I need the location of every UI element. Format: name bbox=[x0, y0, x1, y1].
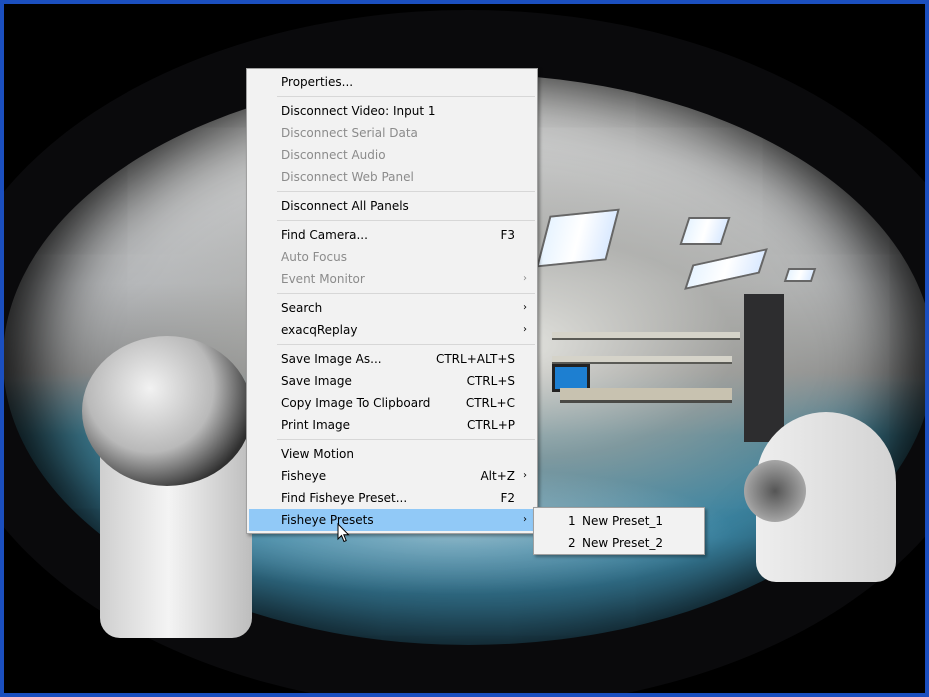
menu-item-disconnect-serial-data[interactable]: Disconnect Serial Data bbox=[249, 122, 535, 144]
preset-number: 1 bbox=[568, 514, 576, 528]
menu-item-label: View Motion bbox=[281, 447, 354, 461]
camera-mount-right bbox=[744, 460, 806, 522]
fisheye-presets-submenu: 1 New Preset_1 2 New Preset_2 bbox=[533, 507, 705, 555]
menu-item-shortcut: F3 bbox=[500, 228, 515, 242]
lab-shelf bbox=[552, 356, 732, 364]
menu-separator bbox=[277, 344, 535, 345]
menu-item-label: Print Image bbox=[281, 418, 350, 432]
menu-item-disconnect-web-panel[interactable]: Disconnect Web Panel bbox=[249, 166, 535, 188]
menu-item-find-camera[interactable]: Find Camera... F3 bbox=[249, 224, 535, 246]
menu-item-label: Find Fisheye Preset... bbox=[281, 491, 408, 505]
context-menu: Properties... Disconnect Video: Input 1 … bbox=[246, 68, 538, 534]
lab-shelf bbox=[552, 332, 740, 340]
menu-item-search[interactable]: Search › bbox=[249, 297, 535, 319]
chevron-right-icon: › bbox=[523, 273, 527, 284]
menu-item-disconnect-audio[interactable]: Disconnect Audio bbox=[249, 144, 535, 166]
menu-item-save-image[interactable]: Save Image CTRL+S bbox=[249, 370, 535, 392]
chevron-right-icon: › bbox=[523, 302, 527, 313]
menu-item-view-motion[interactable]: View Motion bbox=[249, 443, 535, 465]
menu-item-find-fisheye-preset[interactable]: Find Fisheye Preset... F2 bbox=[249, 487, 535, 509]
chevron-right-icon: › bbox=[523, 324, 527, 335]
ceiling-light bbox=[783, 268, 817, 282]
menu-separator bbox=[277, 220, 535, 221]
menu-item-label: Event Monitor bbox=[281, 272, 365, 286]
lab-bench bbox=[560, 388, 732, 403]
menu-separator bbox=[277, 96, 535, 97]
lab-cabinet bbox=[744, 294, 784, 442]
menu-item-label: Fisheye Presets bbox=[281, 513, 374, 527]
menu-item-fisheye-presets[interactable]: Fisheye Presets › bbox=[249, 509, 535, 531]
menu-item-shortcut: CTRL+C bbox=[465, 396, 515, 410]
menu-item-label: Copy Image To Clipboard bbox=[281, 396, 431, 410]
preset-label: New Preset_1 bbox=[582, 514, 664, 528]
menu-separator bbox=[277, 191, 535, 192]
camera-dome-left bbox=[82, 336, 252, 486]
menu-item-label: exacqReplay bbox=[281, 323, 358, 337]
menu-item-label: Fisheye bbox=[281, 469, 327, 483]
menu-item-shortcut: CTRL+P bbox=[466, 418, 515, 432]
menu-item-exacqreplay[interactable]: exacqReplay › bbox=[249, 319, 535, 341]
chevron-right-icon: › bbox=[523, 470, 527, 481]
menu-item-label: Disconnect All Panels bbox=[281, 199, 409, 213]
menu-item-label: Find Camera... bbox=[281, 228, 368, 242]
chevron-right-icon: › bbox=[523, 514, 527, 525]
menu-item-label: Disconnect Audio bbox=[281, 148, 386, 162]
preset-item-1[interactable]: 1 New Preset_1 bbox=[536, 510, 702, 532]
menu-item-save-image-as[interactable]: Save Image As... CTRL+ALT+S bbox=[249, 348, 535, 370]
menu-item-properties[interactable]: Properties... bbox=[249, 71, 535, 93]
menu-item-label: Save Image bbox=[281, 374, 352, 388]
menu-separator bbox=[277, 439, 535, 440]
menu-item-shortcut: F2 bbox=[500, 491, 515, 505]
menu-separator bbox=[277, 293, 535, 294]
preset-item-2[interactable]: 2 New Preset_2 bbox=[536, 532, 702, 554]
menu-item-disconnect-all-panels[interactable]: Disconnect All Panels bbox=[249, 195, 535, 217]
menu-item-label: Auto Focus bbox=[281, 250, 347, 264]
menu-item-disconnect-video[interactable]: Disconnect Video: Input 1 bbox=[249, 100, 535, 122]
menu-item-print-image[interactable]: Print Image CTRL+P bbox=[249, 414, 535, 436]
menu-item-shortcut: CTRL+ALT+S bbox=[435, 352, 515, 366]
preset-number: 2 bbox=[568, 536, 576, 550]
menu-item-label: Search bbox=[281, 301, 323, 315]
preset-label: New Preset_2 bbox=[582, 536, 664, 550]
menu-item-copy-image-to-clipboard[interactable]: Copy Image To Clipboard CTRL+C bbox=[249, 392, 535, 414]
menu-item-shortcut: CTRL+S bbox=[466, 374, 515, 388]
menu-item-event-monitor[interactable]: Event Monitor › bbox=[249, 268, 535, 290]
menu-item-label: Properties... bbox=[281, 75, 354, 89]
menu-item-fisheye[interactable]: Fisheye Alt+Z › bbox=[249, 465, 535, 487]
mouse-cursor-icon bbox=[337, 523, 350, 543]
menu-item-label: Disconnect Video: Input 1 bbox=[281, 104, 436, 118]
menu-item-label: Disconnect Serial Data bbox=[281, 126, 418, 140]
menu-item-auto-focus[interactable]: Auto Focus bbox=[249, 246, 535, 268]
menu-item-label: Save Image As... bbox=[281, 352, 382, 366]
menu-item-label: Disconnect Web Panel bbox=[281, 170, 414, 184]
menu-item-shortcut: Alt+Z bbox=[480, 469, 515, 483]
